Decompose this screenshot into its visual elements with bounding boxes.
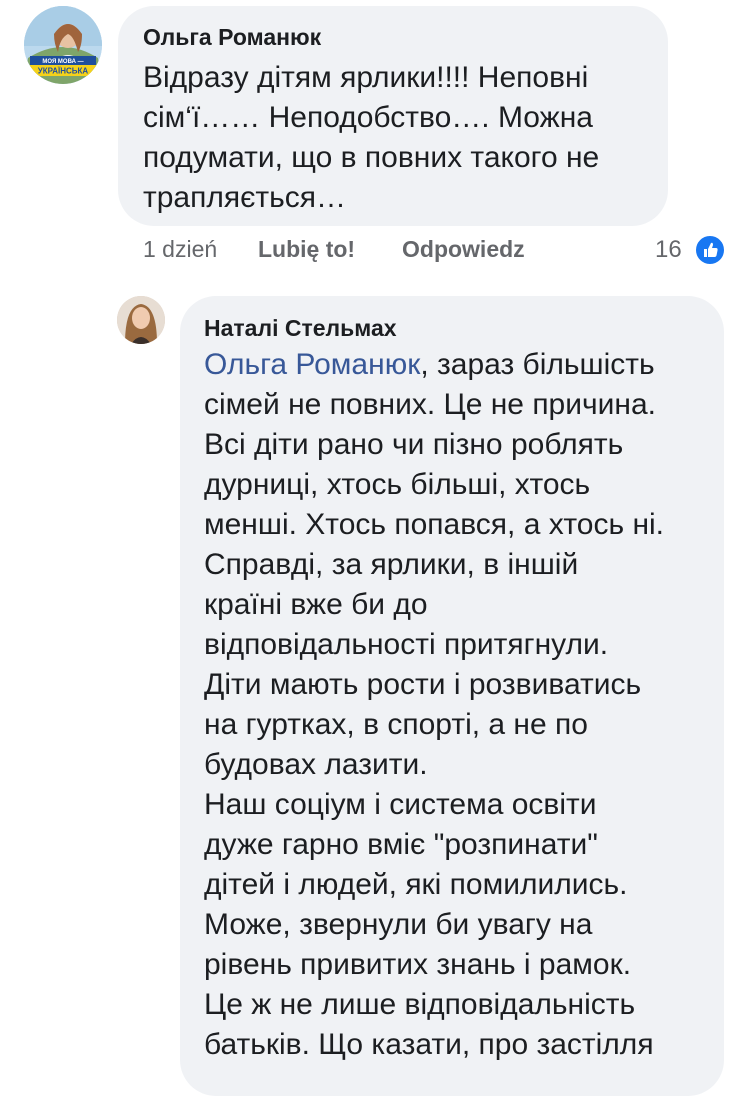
comment-line: сім‘ї…… Неподобство…. Можна (143, 101, 593, 134)
comment-line: подумати, що в повних такого не (143, 141, 600, 174)
comment-line: дурниці, хтось більші, хтось (204, 468, 591, 501)
comment-line: Справді, за ярлики, в іншій (204, 548, 579, 581)
avatar-caption-bottom: УКРАЇНСЬКА (38, 67, 89, 76)
comment-timestamp[interactable]: 1 dzień (143, 236, 217, 263)
comment-line: сімей не повних. Це не причина. (204, 388, 656, 421)
thumbs-up-icon[interactable] (694, 234, 726, 266)
comment-line: Ольга Романюк, зараз більшість (204, 345, 714, 385)
comment-line: будовах лазити. (204, 748, 428, 781)
comment-line: відповідальності притягнули. (204, 628, 609, 661)
comment-text: Відразу дітям ярлики!!!! Неповні сім‘ї……… (143, 58, 653, 218)
comment-line: батьків. Що казати, про застілля (204, 1028, 654, 1061)
comment-line: Всі діти рано чи пізно роблять (204, 428, 624, 461)
comment-line: менші. Хтось попався, а хтось ні. (204, 508, 665, 541)
comment-line-rest: , зараз більшість (420, 348, 655, 381)
comment-line: Це ж не лише відповідальність (204, 988, 636, 1021)
comment-line: Може, звернули би увагу на (204, 908, 593, 941)
commenter-avatar[interactable]: МОЯ МОВА — УКРАЇНСЬКА (24, 6, 102, 84)
reaction-count[interactable]: 16 (655, 236, 682, 264)
comment-line: рівень привитих знань і рамок. (204, 948, 632, 981)
reply-author-avatar[interactable] (117, 296, 165, 344)
comment-line: дітей і людей, які помилились. (204, 868, 628, 901)
reply-text: Ольга Романюк, зараз більшість сімей не … (204, 345, 714, 1065)
comment-line: Наш соціум і система освіти (204, 788, 597, 821)
comment-line: дуже гарно вміє "розпинати" (204, 828, 598, 861)
reply-author[interactable]: Наталі Стельмах (204, 315, 397, 342)
comment-line: Діти мають рости і розвиватись (204, 668, 642, 701)
comment-line: на гуртках, в спорті, а не по (204, 708, 588, 741)
reply-button[interactable]: Odpowiedz (402, 236, 525, 263)
avatar-image: МОЯ МОВА — УКРАЇНСЬКА (24, 6, 102, 84)
avatar-image (117, 296, 165, 344)
mention-link[interactable]: Ольга Романюк (204, 348, 420, 381)
comment-line: Відразу дітям ярлики!!!! Неповні (143, 61, 589, 94)
comment-author[interactable]: Ольга Романюк (143, 24, 321, 51)
comment-line: трапляється… (143, 181, 347, 214)
avatar-caption-top: МОЯ МОВА — (42, 59, 83, 65)
comment-line: країні вже би до (204, 588, 428, 621)
like-button[interactable]: Lubię to! (258, 236, 355, 263)
